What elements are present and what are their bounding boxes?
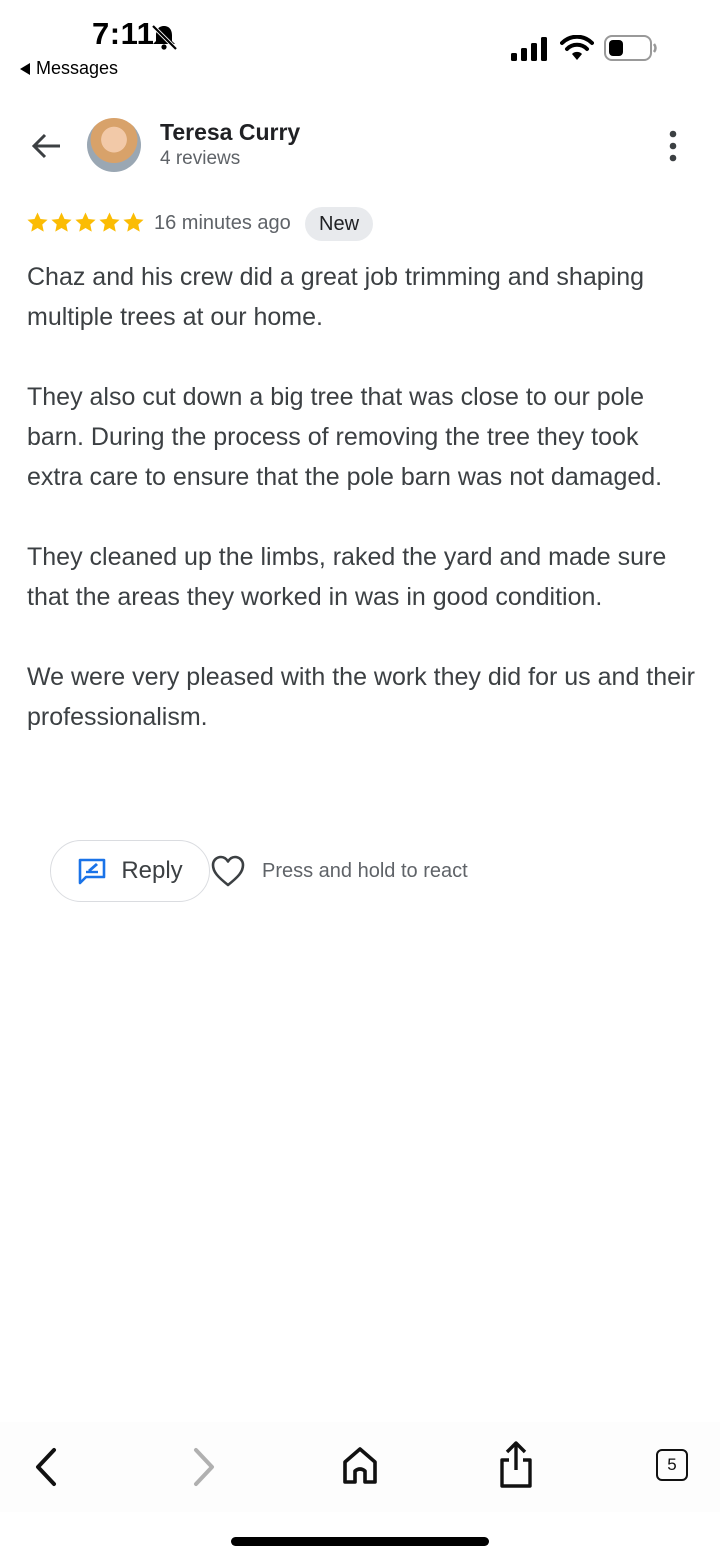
more-options-icon[interactable] xyxy=(660,128,686,164)
bell-muted-icon xyxy=(151,24,178,51)
home-indicator xyxy=(231,1537,489,1546)
reply-icon xyxy=(79,858,106,885)
review-paragraph: They cleaned up the limbs, raked the yar… xyxy=(27,543,667,611)
star-rating xyxy=(26,211,145,234)
reply-button[interactable]: Reply xyxy=(50,840,210,902)
review-paragraph: We were very pleased with the work they … xyxy=(27,663,695,731)
review-time: 16 minutes ago xyxy=(154,212,291,234)
star-icon xyxy=(51,212,72,232)
back-to-messages-link[interactable]: Messages xyxy=(20,58,118,79)
cellular-signal-icon xyxy=(511,37,547,61)
browser-back-icon[interactable] xyxy=(30,1446,64,1488)
battery-icon xyxy=(604,35,657,61)
back-to-messages-label: Messages xyxy=(36,58,119,78)
star-icon xyxy=(75,212,96,232)
wifi-icon xyxy=(560,35,594,60)
star-icon xyxy=(27,212,48,232)
back-triangle-icon xyxy=(20,62,30,75)
reviewer-avatar[interactable] xyxy=(87,118,141,172)
status-time: 7:11 xyxy=(92,16,155,51)
react-hint: Press and hold to react xyxy=(262,860,468,882)
reply-label: Reply xyxy=(121,857,183,884)
share-icon[interactable] xyxy=(498,1440,534,1490)
star-icon xyxy=(99,212,120,232)
back-arrow-icon[interactable] xyxy=(28,128,64,164)
review-paragraph: They also cut down a big tree that was c… xyxy=(27,383,663,491)
reviewer-review-count: 4 reviews xyxy=(160,148,241,169)
new-badge: New xyxy=(305,207,374,241)
browser-forward-icon xyxy=(194,1448,214,1486)
reviewer-name[interactable]: Teresa Curry xyxy=(160,119,300,146)
review-text: Chaz and his crew did a great job trimmi… xyxy=(27,257,697,777)
tabs-button[interactable]: 5 xyxy=(656,1449,688,1481)
home-icon[interactable] xyxy=(340,1444,380,1486)
review-page: 7:11 Messages Teresa Curry 4 reviews 16 … xyxy=(0,0,720,1560)
star-icon xyxy=(123,212,144,232)
review-paragraph: Chaz and his crew did a great job trimmi… xyxy=(27,263,645,331)
heart-react-icon[interactable] xyxy=(210,854,246,888)
